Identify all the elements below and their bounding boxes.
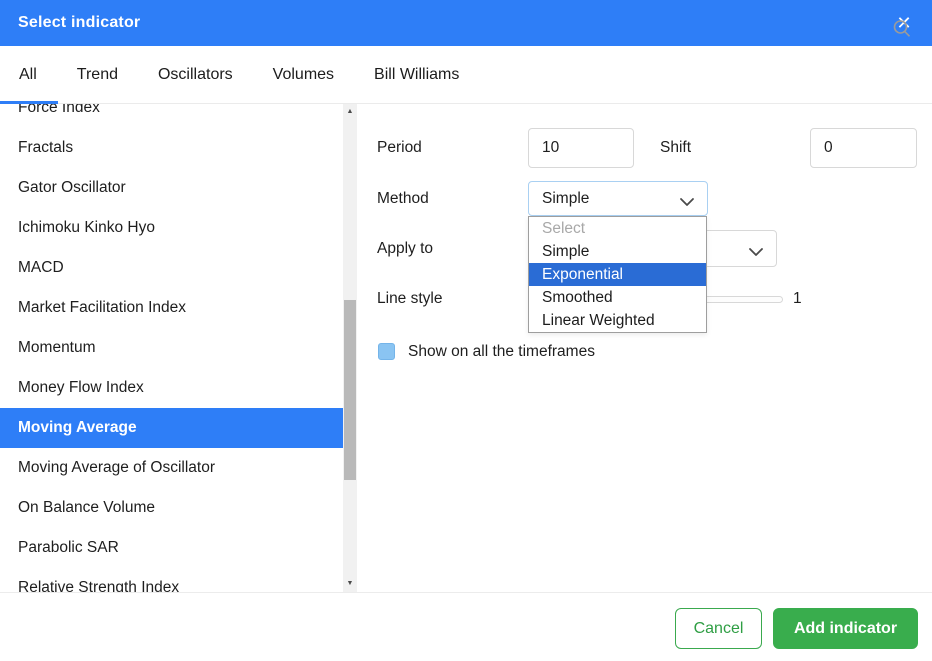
scrollbar-thumb[interactable] xyxy=(344,300,356,480)
method-select[interactable]: Simple xyxy=(528,181,708,216)
scroll-up-icon[interactable]: ▲ xyxy=(343,104,357,120)
chevron-down-icon xyxy=(748,244,764,262)
add-indicator-button[interactable]: Add indicator xyxy=(773,608,918,649)
list-item[interactable]: Moving Average xyxy=(0,408,343,448)
method-dropdown-list: SelectSimpleExponentialSmoothedLinear We… xyxy=(528,216,707,333)
list-item[interactable]: Moving Average of Oscillator xyxy=(0,448,343,488)
tab[interactable]: Trend xyxy=(58,46,139,103)
apply-to-label: Apply to xyxy=(377,240,433,258)
dropdown-option[interactable]: Simple xyxy=(529,240,706,263)
list-item[interactable]: Gator Oscillator xyxy=(0,168,343,208)
timeframes-label: Show on all the timeframes xyxy=(408,343,595,360)
list-item[interactable]: Market Facilitation Index xyxy=(0,288,343,328)
line-style-label: Line style xyxy=(377,290,442,308)
list-item[interactable]: Momentum xyxy=(0,328,343,368)
dropdown-option[interactable]: Smoothed xyxy=(529,286,706,309)
timeframes-checkbox[interactable] xyxy=(378,343,395,360)
list-item[interactable]: Parabolic SAR xyxy=(0,528,343,568)
list-scrollbar[interactable]: ▲ ▼ xyxy=(343,104,357,592)
line-width-value: 1 xyxy=(793,290,802,308)
select-indicator-dialog: Select indicator ✕ AllTrendOscillatorsVo… xyxy=(0,0,932,661)
method-label: Method xyxy=(377,190,429,208)
indicator-list: Force IndexFractalsGator OscillatorIchim… xyxy=(0,104,343,592)
dropdown-option[interactable]: Linear Weighted xyxy=(529,309,706,332)
category-tabbar: AllTrendOscillatorsVolumesBill Williams xyxy=(0,46,932,104)
dropdown-option[interactable]: Exponential xyxy=(529,263,706,286)
list-item[interactable]: Money Flow Index xyxy=(0,368,343,408)
list-item[interactable]: Ichimoku Kinko Hyo xyxy=(0,208,343,248)
period-input[interactable] xyxy=(528,128,634,168)
scroll-down-icon[interactable]: ▼ xyxy=(343,576,357,592)
list-item[interactable]: On Balance Volume xyxy=(0,488,343,528)
period-label: Period xyxy=(377,139,422,157)
method-select-value: Simple xyxy=(529,190,589,208)
list-item[interactable]: Fractals xyxy=(0,128,343,168)
list-item[interactable]: Relative Strength Index xyxy=(0,568,343,592)
chevron-down-icon xyxy=(679,194,695,212)
tab[interactable]: Oscillators xyxy=(139,46,254,103)
indicator-list-items: Force IndexFractalsGator OscillatorIchim… xyxy=(0,104,343,592)
shift-label: Shift xyxy=(660,139,691,157)
cancel-button[interactable]: Cancel xyxy=(675,608,762,649)
tab[interactable]: Volumes xyxy=(254,46,355,103)
tab[interactable]: All xyxy=(0,46,58,103)
list-item[interactable]: Force Index xyxy=(0,104,343,128)
tab[interactable]: Bill Williams xyxy=(355,46,480,103)
dialog-footer: Cancel Add indicator xyxy=(0,592,932,661)
dialog-header: Select indicator ✕ xyxy=(0,0,932,46)
list-item[interactable]: MACD xyxy=(0,248,343,288)
search-icon[interactable] xyxy=(884,0,920,57)
dropdown-option[interactable]: Select xyxy=(529,217,706,240)
shift-input[interactable] xyxy=(810,128,917,168)
dialog-title: Select indicator xyxy=(18,14,140,32)
